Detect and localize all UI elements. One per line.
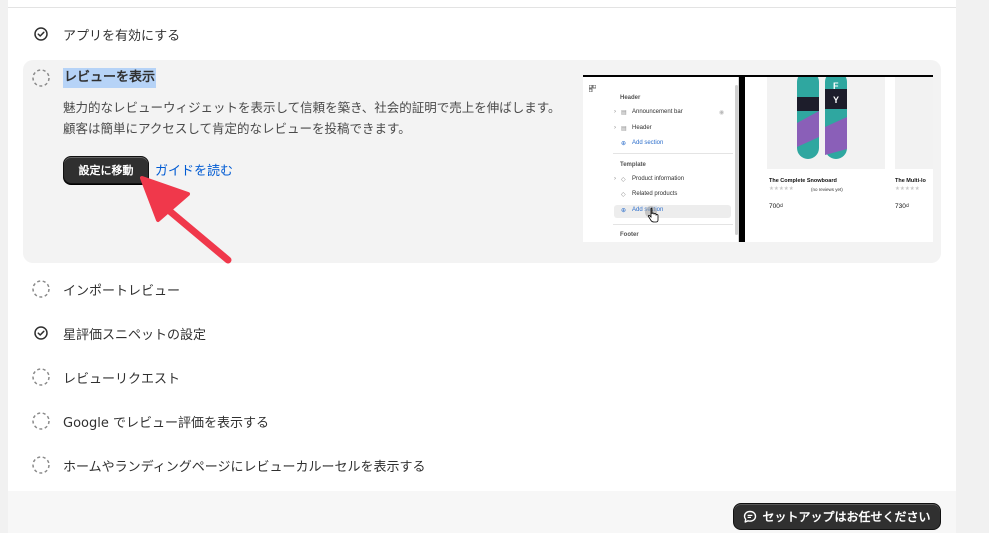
preview-add-section: Add section [632,140,664,146]
preview-header-item: Header [632,125,652,131]
snowboard-image: F Y [767,75,885,169]
preview-sidebar: Header › ▤ Announcement bar ◉ › ▤ Header… [583,77,739,242]
page-background [956,0,989,533]
step-review-carousel[interactable]: ホームやランディングページにレビューカルーセルを表示する [31,453,425,477]
step-label: 星評価スニペットの設定 [63,327,207,343]
chevron-right-icon: › [614,109,616,115]
svg-text:F: F [833,81,839,91]
preview-product-title: The Complete Snowboard [769,178,837,184]
dashed-circle-icon [31,367,51,387]
preview-related-products: Related products [632,191,678,197]
annotation-arrow-icon [140,176,232,264]
preview-scrollbar [735,85,738,235]
chevron-right-icon: › [614,176,616,182]
chat-bubble-icon [743,510,757,524]
preview-divider [613,153,733,154]
plus-circle-icon: ⊕ [621,141,627,147]
preview-footer-section: Footer [620,232,639,238]
preview-divider [613,224,733,225]
section-icon: ▤ [621,126,627,132]
step-enable-app[interactable]: アプリを有効にする [31,22,180,46]
hand-cursor-icon [645,206,659,223]
eye-icon: ◉ [719,110,725,116]
dashed-circle-icon [31,455,51,475]
dashed-circle-icon [31,279,51,299]
svg-text:Y: Y [833,95,839,105]
preview-price: 700₫ [769,203,784,210]
step-label: アプリを有効にする [63,28,181,44]
chevron-right-icon: › [614,125,616,131]
step-label: レビューリクエスト [63,371,181,387]
step-label: インポートレビュー [63,283,181,299]
step-star-snippets[interactable]: 星評価スニペットの設定 [31,321,206,345]
preview-storefront: F Y The Complete Snowboard ★★★★★ (no rev… [745,75,933,242]
step-label: ホームやランディングページにレビューカルーセルを表示する [63,459,426,475]
step-review-requests[interactable]: レビューリクエスト [31,365,180,389]
check-circle-icon [31,24,51,44]
dashed-circle-icon [31,411,51,431]
preview-template-section: Template [620,162,646,168]
preview-product-information: Product information [632,176,685,182]
check-circle-icon [31,323,51,343]
rating-stars: ★★★★★ [895,186,920,192]
preview-product-title: The Multi-lo [895,178,926,184]
preview-announcement-bar: Announcement bar [632,109,683,115]
step-description: 魅力的なレビューウィジェットを表示して信頼を築き、社会的証明で売上を伸ばします。… [63,100,561,136]
tag-icon: ◇ [621,192,626,198]
preview-price: 730₫ [895,203,910,210]
section-icon: ◇ [621,177,626,183]
help-button-label: セットアップはお任せください [762,510,931,524]
rating-stars: ★★★★★ [769,186,794,192]
product-image-2 [895,77,933,169]
section-icon: ▤ [621,110,627,116]
divider [8,7,956,8]
theme-editor-preview-image: Header › ▤ Announcement bar ◉ › ▤ Header… [583,75,933,242]
step-label: Google でレビュー評価を表示する [63,415,269,431]
step-import-reviews[interactable]: インポートレビュー [31,277,180,301]
dashed-circle-icon [31,68,51,88]
preview-review-count: (no reviews yet) [811,187,843,192]
setup-help-button[interactable]: セットアップはお任せください [733,503,941,530]
step-title[interactable]: レビューを表示 [63,68,157,88]
step-google-reviews[interactable]: Google でレビュー評価を表示する [31,409,269,433]
preview-header-section: Header [620,95,641,101]
grid-icon [589,85,596,92]
plus-circle-icon: ⊕ [621,208,627,214]
